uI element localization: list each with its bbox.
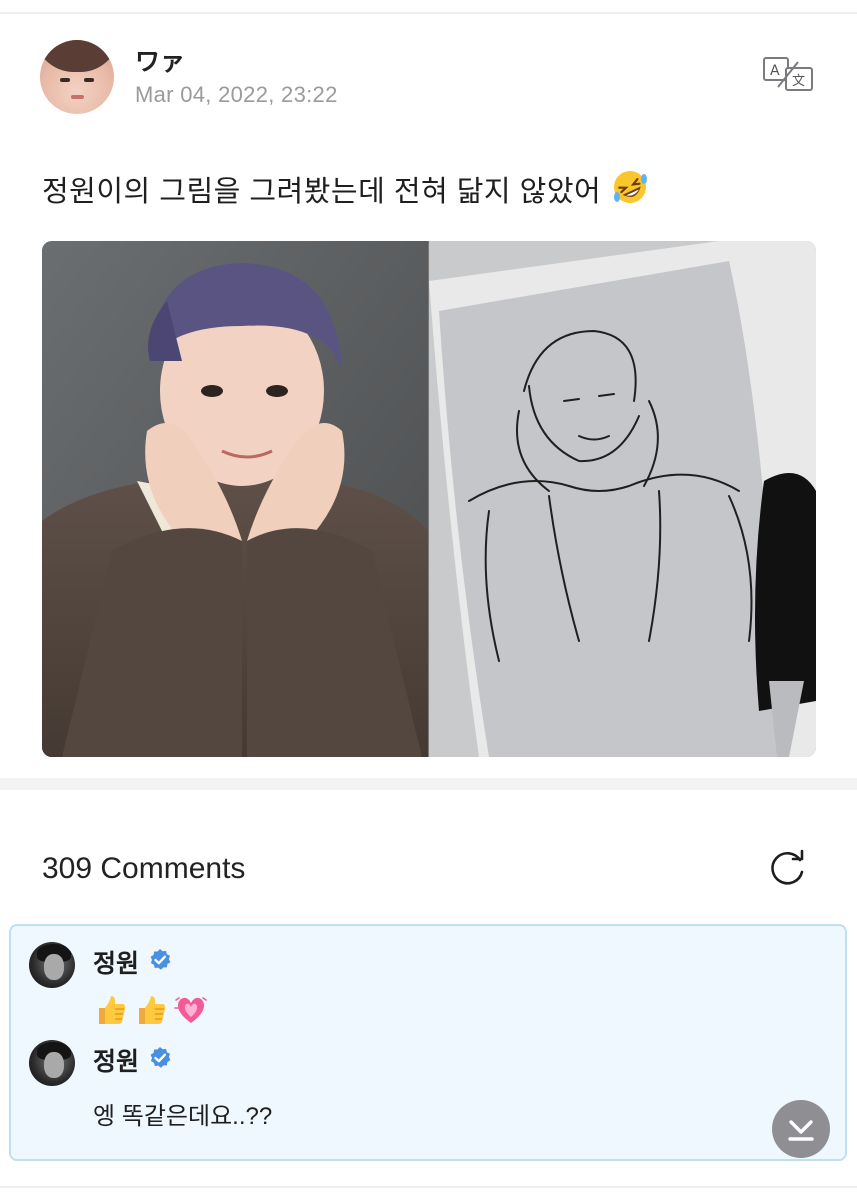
- scroll-to-bottom-button[interactable]: [772, 1100, 830, 1158]
- svg-text:文: 文: [792, 74, 805, 89]
- verified-badge-icon: [150, 949, 171, 970]
- comment-text: 엥 똑같은데요..??: [93, 1103, 273, 1130]
- refresh-icon[interactable]: [766, 848, 808, 890]
- rolling-on-floor-laughing-icon: [613, 171, 647, 203]
- translate-icon[interactable]: A 文: [762, 56, 814, 92]
- section-divider: [0, 778, 857, 790]
- commenter-name[interactable]: 정원: [93, 944, 139, 980]
- bottom-divider: [0, 1186, 857, 1188]
- commenter-avatar[interactable]: [29, 1040, 75, 1086]
- post-header: ワァ Mar 04, 2022, 23:22 A 文: [40, 40, 820, 120]
- post-media[interactable]: [42, 241, 816, 757]
- comment-emoji-row: [93, 992, 209, 1028]
- photo-of-person[interactable]: [42, 241, 428, 757]
- thumbs-up-icon: [139, 996, 166, 1024]
- comments-count-title: 309 Comments: [42, 852, 246, 885]
- thumbs-up-icon: [99, 996, 126, 1024]
- arrow-down-to-line-icon: [788, 1120, 814, 1141]
- pen-drawing-on-napkin[interactable]: [429, 241, 816, 757]
- author-name[interactable]: ワァ: [135, 42, 185, 78]
- svg-text:A: A: [770, 63, 780, 79]
- growing-heart-icon: [174, 997, 207, 1023]
- author-avatar[interactable]: [40, 40, 114, 114]
- top-divider: [0, 12, 857, 14]
- commenter-avatar[interactable]: [29, 942, 75, 988]
- post-date: Mar 04, 2022, 23:22: [135, 82, 338, 107]
- commenter-name[interactable]: 정원: [93, 1042, 139, 1078]
- comment-thread: 정원 정원 엥 똑같은데요..??: [9, 924, 847, 1161]
- verified-badge-icon: [150, 1047, 171, 1068]
- post-text: 정원이의 그림을 그려봤는데 전혀 닮지 않았어: [42, 168, 648, 210]
- post-text-content: 정원이의 그림을 그려봤는데 전혀 닮지 않았어: [42, 176, 602, 208]
